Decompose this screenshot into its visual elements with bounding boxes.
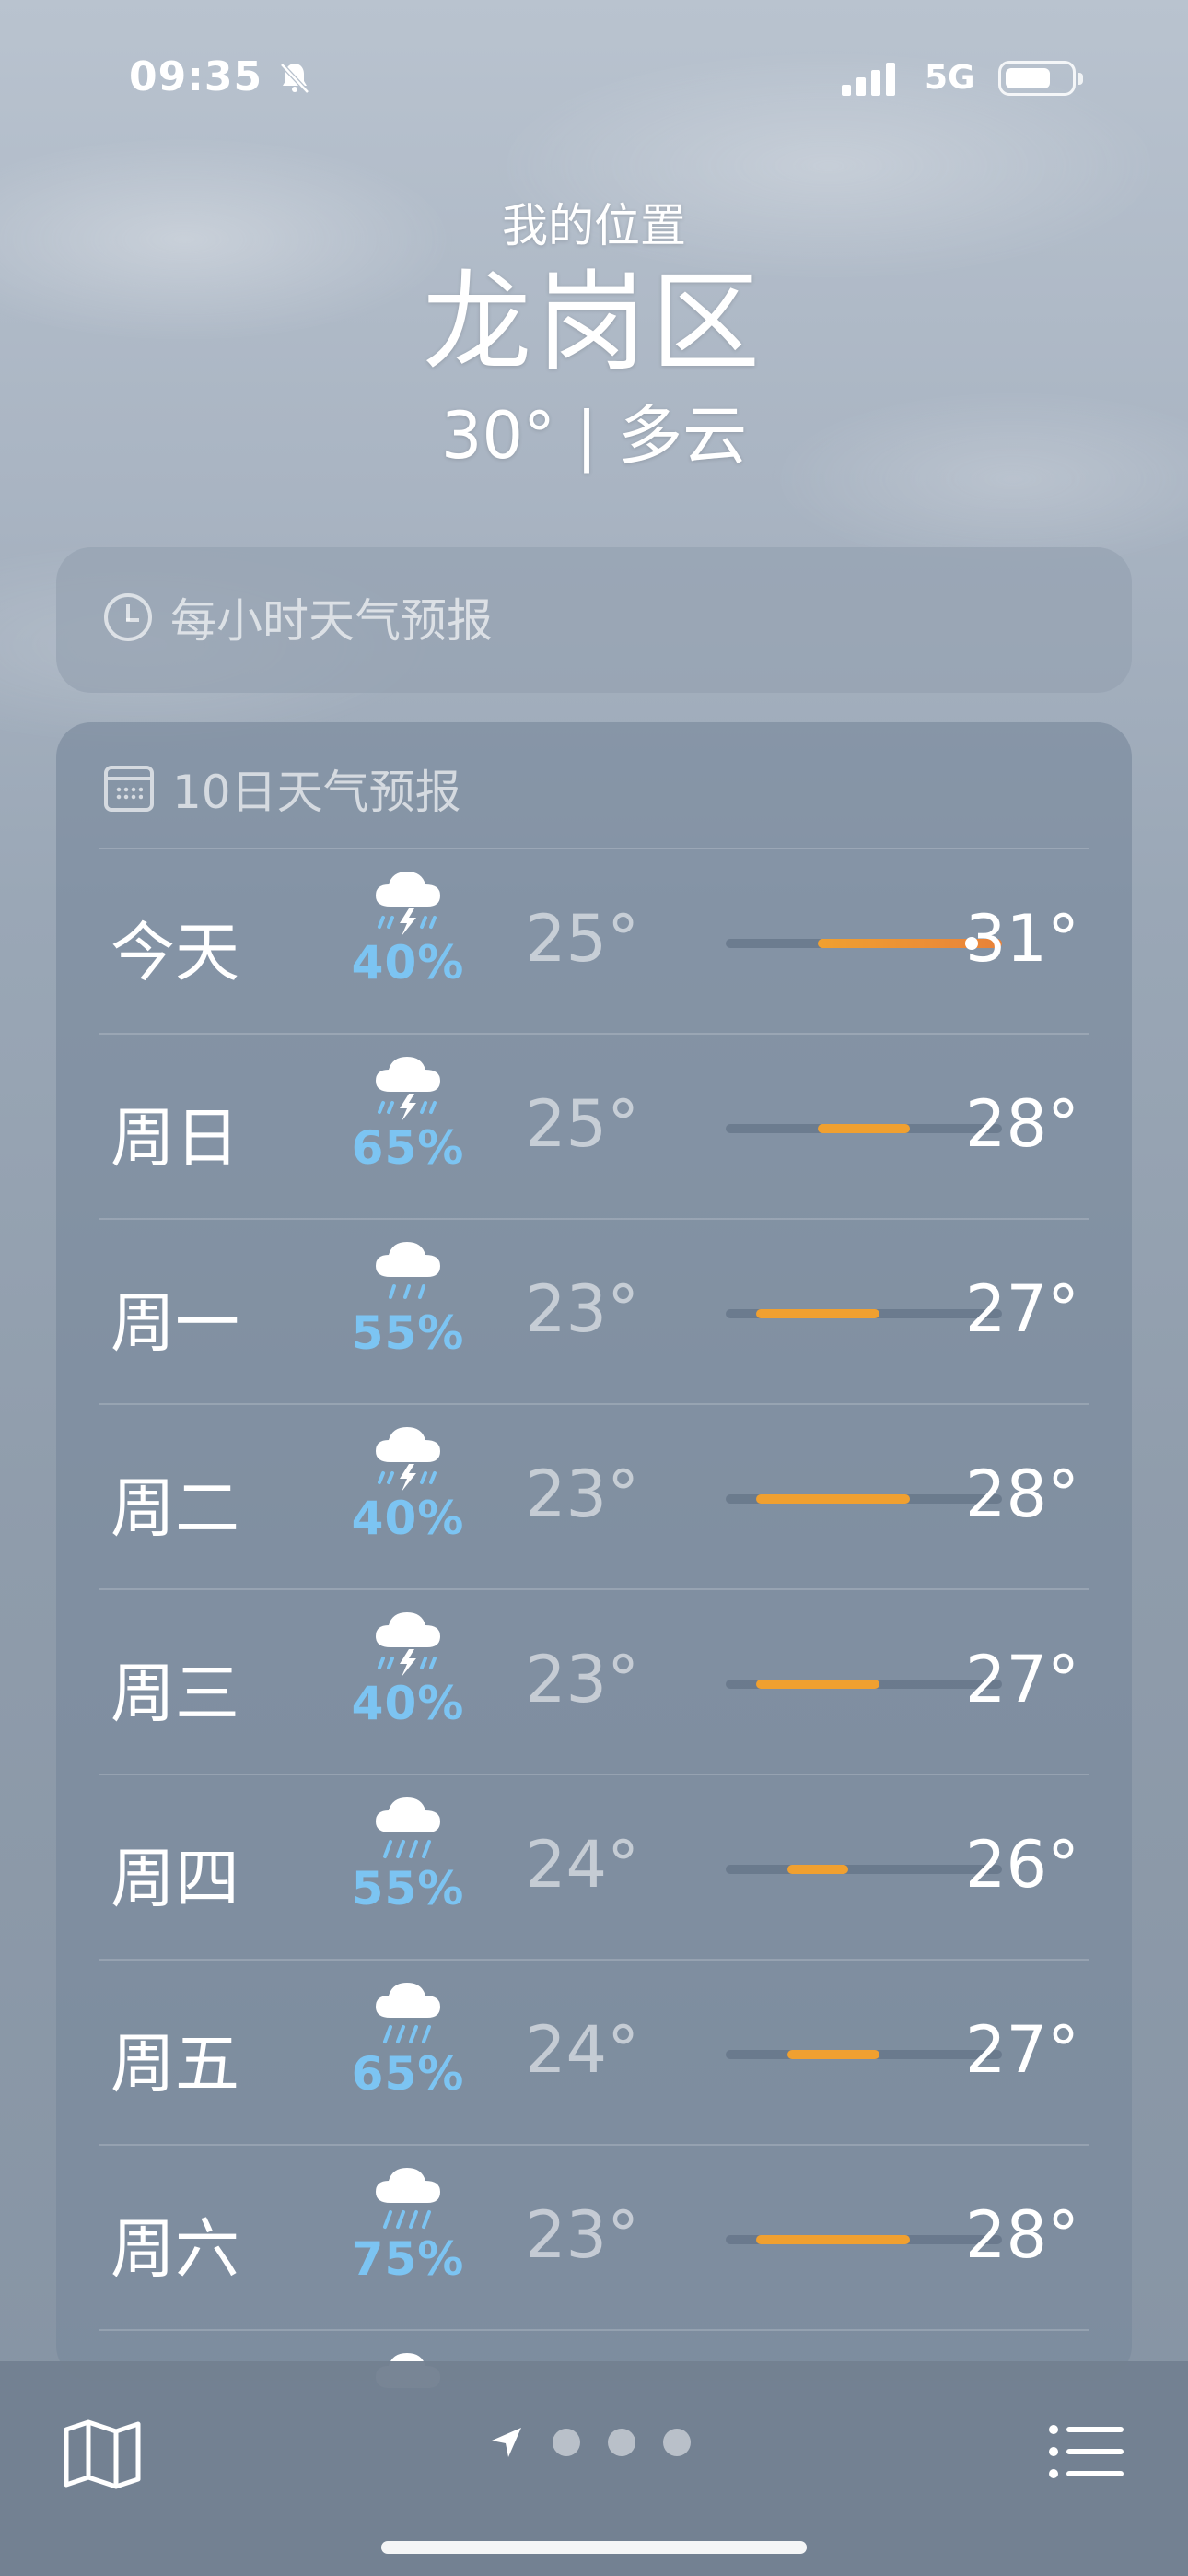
precip-chance: 75%	[351, 2232, 465, 2286]
precip-chance: 40%	[351, 1677, 465, 1730]
day-label: 周六	[111, 2211, 239, 2287]
forecast-rows: 今天 thunderstorm-icon40% 25° 31° 周日 thundersto…	[99, 848, 1089, 2514]
day-label: 周五	[111, 2026, 239, 2102]
weather-condition: heavy-rain-icon65%	[344, 1977, 472, 2101]
low-temp: 24°	[525, 2012, 640, 2088]
temp-range-track	[726, 937, 1002, 950]
temp-range-bar	[756, 1494, 910, 1504]
home-indicator[interactable]	[381, 2541, 807, 2554]
network-type: 5G	[925, 59, 975, 97]
temp-range-bar	[786, 1865, 849, 1874]
forecast-row[interactable]: 周三 thunderstorm-icon40% 23° 27°	[99, 1588, 1089, 1774]
temp-range-bar	[756, 1680, 879, 1689]
cellular-signal-icon	[842, 61, 895, 96]
high-temp: 27°	[964, 1642, 1079, 1717]
precip-chance: 65%	[351, 2047, 465, 2101]
precip-chance: 55%	[351, 1306, 465, 1360]
high-temp: 28°	[964, 1457, 1079, 1532]
temp-range-bar	[818, 1124, 910, 1133]
high-temp: 31°	[964, 901, 1079, 977]
precip-chance: 40%	[351, 1492, 465, 1545]
high-temp: 27°	[964, 2012, 1079, 2088]
page-dot[interactable]	[663, 2429, 691, 2456]
day-label: 周一	[111, 1285, 239, 1361]
temp-range-bar	[786, 2050, 879, 2059]
forecast-row[interactable]: 周一 rain-icon55% 23° 27°	[99, 1218, 1089, 1403]
calendar-icon	[104, 766, 154, 812]
temp-range-track	[726, 1680, 1002, 1689]
heavy-rain-icon	[344, 1977, 472, 2051]
precip-chance: 40%	[351, 936, 465, 989]
low-temp: 23°	[525, 1642, 640, 1717]
hourly-forecast-card[interactable]: 每小时天气预报	[56, 547, 1132, 693]
status-time: 09:35	[129, 53, 263, 100]
weather-condition: thunderstorm-icon40%	[344, 1607, 472, 1730]
temp-range-track	[726, 1865, 1002, 1874]
clock-icon	[104, 593, 152, 641]
bottom-toolbar	[0, 2361, 1188, 2576]
weather-condition: thunderstorm-icon65%	[344, 1051, 472, 1175]
temp-range-bar	[756, 2235, 910, 2244]
high-temp: 27°	[964, 1271, 1079, 1347]
weather-condition: heavy-rain-icon75%	[344, 2162, 472, 2286]
low-temp: 23°	[525, 1457, 640, 1532]
day-label: 周二	[111, 1470, 239, 1546]
day-label: 周日	[111, 1100, 239, 1176]
temp-range-track	[726, 2235, 1002, 2244]
thunderstorm-icon	[344, 1607, 472, 1680]
status-bar: 09:35 5G	[0, 48, 1188, 112]
temp-range-track	[726, 1124, 1002, 1133]
forecast-row[interactable]: 周二 thunderstorm-icon40% 23° 28°	[99, 1403, 1089, 1588]
battery-icon	[998, 61, 1083, 96]
forecast-row[interactable]: 周六 heavy-rain-icon75% 23° 28°	[99, 2144, 1089, 2329]
location-label: 我的位置	[502, 199, 686, 252]
silent-bell-icon	[276, 59, 313, 100]
weather-condition: thunderstorm-icon40%	[344, 866, 472, 989]
page-indicator[interactable]	[488, 2424, 691, 2461]
day-label: 周三	[111, 1656, 239, 1731]
weather-condition: rain-icon55%	[344, 1236, 472, 1360]
page-dot[interactable]	[608, 2429, 635, 2456]
low-temp: 23°	[525, 2197, 640, 2273]
hourly-forecast-title: 每小时天气预报	[170, 594, 493, 648]
current-conditions: 30° | 多云	[440, 398, 748, 474]
low-temp: 24°	[525, 1827, 640, 1903]
location-arrow-icon[interactable]	[488, 2424, 525, 2461]
forecast-row[interactable]: 周日 thunderstorm-icon65% 25° 28°	[99, 1033, 1089, 1218]
day-label: 周四	[111, 1841, 239, 1916]
heavy-rain-icon	[344, 1792, 472, 1866]
high-temp: 26°	[964, 1827, 1079, 1903]
thunderstorm-icon	[344, 1051, 472, 1125]
rain-icon	[344, 1236, 472, 1310]
temp-range-track	[726, 2050, 1002, 2059]
temp-range-bar	[756, 1309, 879, 1318]
temp-range-track	[726, 1494, 1002, 1504]
day-label: 今天	[111, 915, 239, 990]
forecast-row[interactable]: 今天 thunderstorm-icon40% 25° 31°	[99, 848, 1089, 1033]
city-name: 龙岗区	[422, 259, 765, 386]
ten-day-forecast-card[interactable]: 10日天气预报 今天 thunderstorm-icon40% 25° 31° 周日 th…	[56, 722, 1132, 2388]
precip-chance: 55%	[351, 1862, 465, 1915]
location-header: 我的位置 龙岗区 30° | 多云	[0, 189, 1188, 477]
thunderstorm-icon	[344, 1422, 472, 1495]
ten-day-forecast-title: 10日天气预报	[172, 766, 461, 819]
high-temp: 28°	[964, 2197, 1079, 2273]
high-temp: 28°	[964, 1086, 1079, 1162]
precip-chance: 65%	[351, 1121, 465, 1175]
low-temp: 25°	[525, 1086, 640, 1162]
low-temp: 23°	[525, 1271, 640, 1347]
weather-condition: thunderstorm-icon40%	[344, 1422, 472, 1545]
forecast-row[interactable]: 周五 heavy-rain-icon65% 24° 27°	[99, 1959, 1089, 2144]
map-icon[interactable]	[63, 2418, 142, 2494]
weather-condition: heavy-rain-icon55%	[344, 1792, 472, 1915]
list-icon[interactable]	[1048, 2422, 1125, 2485]
low-temp: 25°	[525, 901, 640, 977]
temp-range-track	[726, 1309, 1002, 1318]
thunderstorm-icon	[344, 866, 472, 940]
page-dot[interactable]	[553, 2429, 580, 2456]
forecast-row[interactable]: 周四 heavy-rain-icon55% 24° 26°	[99, 1774, 1089, 1959]
heavy-rain-icon	[344, 2162, 472, 2236]
